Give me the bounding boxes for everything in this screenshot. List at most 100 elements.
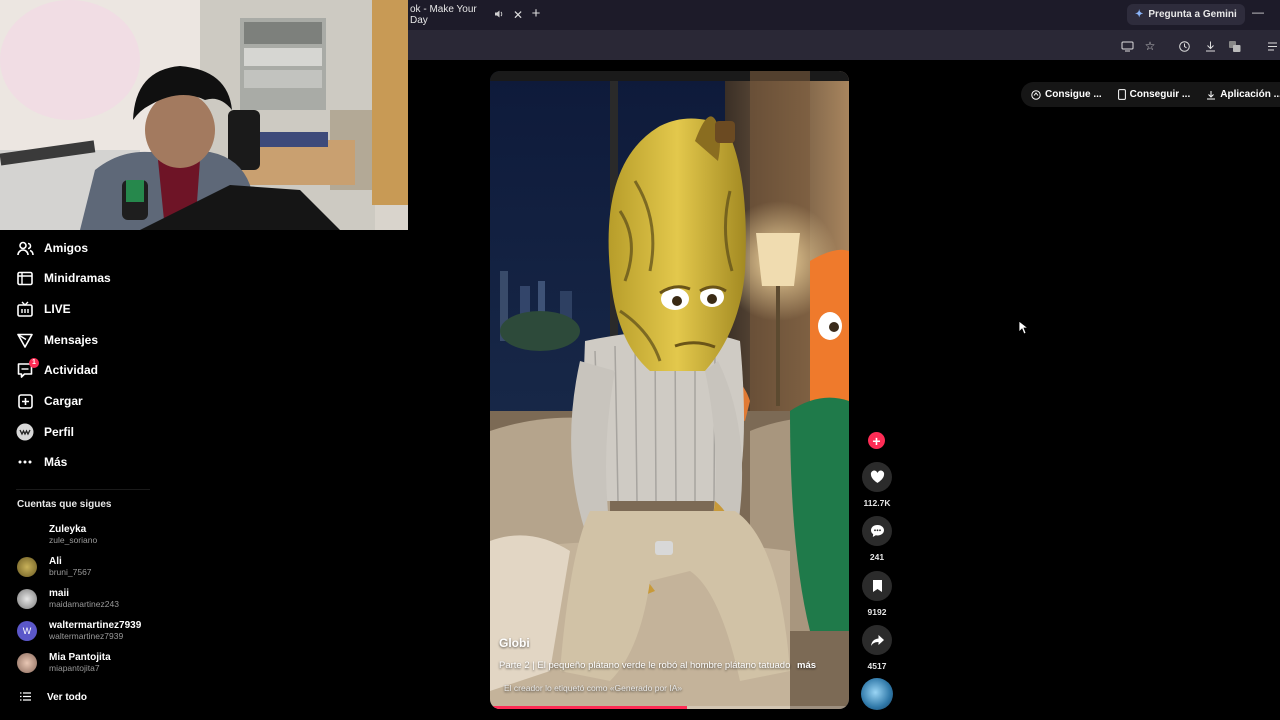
sidebar-item-perfil[interactable]: Perfil [16, 421, 74, 443]
webcam-overlay [0, 0, 408, 230]
mouse-cursor-icon [1018, 320, 1030, 340]
music-disc-icon[interactable] [861, 678, 893, 710]
pill-label: Aplicación ... [1220, 89, 1280, 100]
share-count: 4517 [867, 661, 887, 671]
account-name: waltermartinez7939 [49, 620, 142, 631]
get-app-button[interactable]: Conseguir ... [1117, 89, 1191, 100]
follow-creator-button[interactable]: + [868, 432, 885, 449]
following-account[interactable]: Mia Pantojita miapantojita7 [17, 650, 197, 676]
get-coins-button[interactable]: Consigue ... [1031, 89, 1102, 100]
video-author[interactable]: Globi [499, 636, 530, 650]
avatar [17, 653, 37, 673]
avatar [17, 589, 37, 609]
pill-label: Consigue ... [1045, 89, 1102, 100]
tab-close-icon[interactable]: ✕ [513, 8, 523, 22]
ai-generated-label: El creador lo etiquetó como «Generado po… [504, 683, 683, 693]
see-all-label: Ver todo [47, 691, 88, 703]
webcam-image [0, 0, 408, 230]
profile-avatar [16, 423, 34, 441]
sidebar-item-amigos[interactable]: Amigos [16, 237, 88, 259]
download-icon [1207, 90, 1216, 99]
following-account[interactable]: Zuleyka zule_soriano [17, 522, 197, 548]
notification-badge: 1 [29, 358, 39, 368]
live-icon [16, 300, 34, 318]
following-section-title: Cuentas que sigues [17, 499, 112, 510]
comment-icon [870, 525, 884, 537]
minidramas-icon [16, 269, 34, 287]
sidebar-item-label: Mensajes [44, 333, 99, 347]
account-handle: miapantojita7 [49, 663, 100, 673]
comment-button[interactable] [862, 516, 892, 546]
account-name: Mia Pantojita [49, 652, 111, 663]
browser-toolbar: ☆ [408, 30, 1280, 60]
pill-label: Conseguir ... [1129, 89, 1191, 100]
download-app-button[interactable]: Aplicación ... [1206, 89, 1280, 100]
video-progress-fill [490, 706, 688, 709]
gemini-button[interactable]: ✦ Pregunta a Gemini [1127, 4, 1245, 25]
sidebar-item-label: Actividad [44, 363, 99, 377]
following-account[interactable]: W waltermartinez7939 waltermartinez7939 [17, 618, 197, 644]
following-account[interactable]: Ali bruni_7567 [17, 554, 197, 580]
activity-icon: 1 [16, 358, 39, 379]
browser-tab[interactable]: ok - Make Your Day ✕ [408, 0, 523, 30]
list-icon [20, 688, 31, 706]
avatar: W [17, 621, 37, 641]
download-icon[interactable] [1202, 38, 1218, 54]
minimize-window-button[interactable]: — [1252, 5, 1264, 19]
phone-icon [1117, 89, 1126, 100]
heart-icon [870, 470, 884, 483]
sidebar-item-label: Perfil [44, 425, 75, 439]
messages-icon [16, 331, 34, 349]
sidebar-item-label: Cargar [44, 394, 83, 408]
account-handle: bruni_7567 [49, 567, 92, 577]
sidebar-item-label: LIVE [44, 302, 71, 316]
video-player[interactable]: Globi Parte 2 | El pequeño plátano verde… [490, 71, 849, 709]
video-progress-bar[interactable] [490, 706, 849, 709]
caption-more-button[interactable]: más [797, 660, 816, 671]
get-app-pill-bar: Consigue ... Conseguir ... Aplicación ..… [1021, 82, 1280, 107]
comment-count: 241 [869, 552, 885, 562]
more-icon [16, 453, 34, 471]
account-handle: maidamartinez243 [49, 599, 119, 609]
new-tab-button[interactable]: + [528, 5, 544, 22]
coin-icon [1031, 89, 1041, 100]
translate-icon[interactable] [1227, 38, 1243, 54]
star-icon[interactable]: ☆ [1142, 38, 1158, 54]
caption-text: Parte 2 | El pequeño plátano verde le ro… [499, 660, 791, 671]
history-icon[interactable] [1176, 38, 1192, 54]
share-arrow-icon [870, 634, 884, 646]
upload-icon [16, 392, 34, 410]
like-count: 112.7K [863, 498, 891, 508]
see-all-following-button[interactable]: Ver todo [20, 688, 87, 706]
sidebar-divider [16, 489, 150, 490]
account-name: maii [49, 588, 70, 599]
sidebar-item-actividad[interactable]: 1 Actividad [16, 358, 99, 381]
save-button[interactable] [862, 571, 892, 601]
speaker-icon[interactable] [494, 9, 504, 22]
sidebar-item-minidramas[interactable]: Minidramas [16, 267, 111, 289]
share-button[interactable] [862, 625, 892, 655]
sidebar-item-mensajes[interactable]: Mensajes [16, 329, 98, 351]
video-frame [490, 71, 849, 709]
video-caption: Parte 2 | El pequeño plátano verde le ro… [499, 660, 839, 671]
gemini-sparkle-icon: ✦ [1135, 9, 1144, 20]
sidebar-item-mas[interactable]: Más [16, 451, 67, 473]
reading-list-icon[interactable] [1264, 38, 1280, 54]
following-account[interactable]: maii maidamartinez243 [17, 586, 197, 612]
screen-share-icon[interactable] [1119, 38, 1135, 54]
account-handle: zule_soriano [49, 535, 98, 545]
gemini-label: Pregunta a Gemini [1148, 9, 1237, 20]
sidebar-item-label: Más [44, 455, 68, 469]
avatar [17, 557, 37, 577]
sidebar-item-label: Amigos [44, 241, 89, 255]
tab-title: ok - Make Your Day [410, 4, 477, 26]
save-count: 9192 [867, 607, 887, 617]
sidebar-item-live[interactable]: LIVE [16, 298, 71, 320]
sidebar-item-label: Minidramas [44, 271, 111, 285]
sidebar-item-cargar[interactable]: Cargar [16, 390, 83, 412]
avatar [17, 525, 37, 545]
account-name: Ali [49, 556, 62, 567]
bookmark-icon [872, 580, 882, 592]
account-handle: waltermartinez7939 [49, 631, 124, 641]
like-button[interactable] [862, 462, 892, 492]
